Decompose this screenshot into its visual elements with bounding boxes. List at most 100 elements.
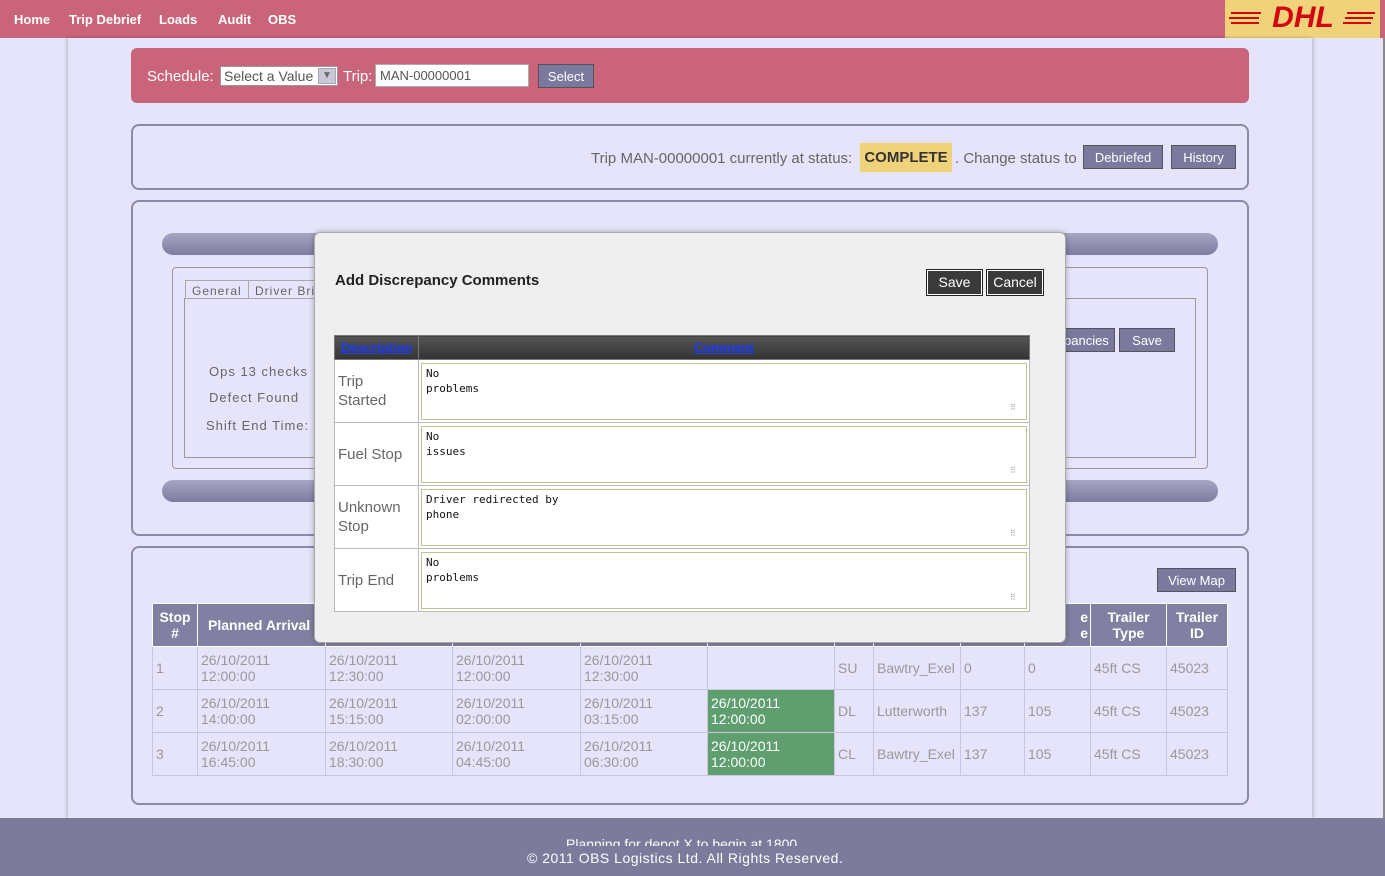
modal-save-button[interactable]: Save [926, 269, 983, 296]
sort-comment-link[interactable]: Comment [694, 340, 754, 355]
table-row[interactable]: 2 26/10/2011 14:00:00 26/10/2011 15:15:0… [152, 689, 1228, 733]
nav-loads[interactable]: Loads [159, 12, 197, 27]
schedule-label: Schedule: [147, 68, 214, 85]
col-description: Description [334, 335, 419, 360]
cell-type: CL [834, 732, 874, 776]
comment-textarea[interactable]: No problems [421, 551, 1027, 609]
view-map-button[interactable]: View Map [1157, 568, 1236, 592]
footer-copyright: © 2011 OBS Logistics Ltd. All Rights Res… [527, 850, 844, 866]
sort-description-link[interactable]: Description [341, 340, 413, 355]
comment-cell: No problems [418, 359, 1030, 423]
cell-num: 137 [960, 689, 1025, 733]
cell-num: 137 [960, 732, 1025, 776]
cell-date: 26/10/2011 15:15:00 [325, 689, 453, 733]
table-row[interactable]: 3 26/10/2011 16:45:00 26/10/2011 18:30:0… [152, 732, 1228, 776]
cell-num: 105 [1024, 732, 1091, 776]
nav-home[interactable]: Home [14, 12, 50, 27]
trip-label: Trip: [343, 68, 373, 85]
resize-grip-icon[interactable]: ⠿ [1010, 466, 1020, 476]
comment-textarea[interactable]: No issues [421, 425, 1027, 483]
tab-driver-briefing[interactable]: Driver Bri [248, 280, 318, 299]
schedule-select[interactable]: Select a Value ▼ [220, 66, 338, 86]
col-planned-arrival: Planned Arrival [197, 603, 326, 647]
cell-stop: 2 [152, 689, 198, 733]
cell-date: 26/10/2011 03:15:00 [580, 689, 708, 733]
cell-type: SU [834, 646, 874, 690]
ops-checks-label: Ops 13 checks [209, 364, 308, 379]
desc-cell: Unknown Stop [334, 485, 419, 549]
cell-date: 26/10/2011 18:30:00 [325, 732, 453, 776]
history-button[interactable]: History [1171, 145, 1236, 169]
cell-trailer-id: 45023 [1166, 689, 1228, 733]
cell-actual [707, 646, 835, 690]
resize-grip-icon[interactable]: ⠿ [1010, 403, 1020, 413]
col-stop: Stop # [152, 603, 198, 647]
cell-type: DL [834, 689, 874, 733]
table-row[interactable]: 1 26/10/2011 12:00:00 26/10/2011 12:30:0… [152, 646, 1228, 690]
cell-trailer-id: 45023 [1166, 732, 1228, 776]
cell-trailer-type: 45ft CS [1090, 732, 1167, 776]
top-nav: Home Trip Debrief Loads Audit OBS DHL [0, 0, 1385, 38]
comment-cell: No problems [418, 548, 1030, 612]
dhl-logo-text: DHL [1272, 2, 1334, 34]
cell-num: 0 [1024, 646, 1091, 690]
comment-textarea[interactable]: Driver redirected by phone [421, 488, 1027, 546]
desc-cell: Fuel Stop [334, 422, 419, 486]
nav-obs[interactable]: OBS [268, 12, 296, 27]
footer-marquee: Planning for depot X to begin at 1800 [566, 836, 798, 846]
modal-title: Add Discrepancy Comments [335, 272, 540, 289]
cell-num: 105 [1024, 689, 1091, 733]
col-trailer-id: Trailer ID [1166, 603, 1228, 647]
cell-date: 26/10/2011 16:45:00 [197, 732, 326, 776]
resize-grip-icon[interactable]: ⠿ [1010, 593, 1020, 603]
cell-location: Lutterworth [873, 689, 961, 733]
desc-cell: Trip Started [334, 359, 419, 423]
cell-date: 26/10/2011 04:45:00 [452, 732, 581, 776]
desc-cell: Trip End [334, 548, 419, 612]
col-trailer-type: Trailer Type [1090, 603, 1167, 647]
cell-location: Bawtry_Exel [873, 646, 961, 690]
nav-audit[interactable]: Audit [218, 12, 251, 27]
col-10-line2: e [1080, 625, 1088, 641]
cell-date: 26/10/2011 12:00:00 [197, 646, 326, 690]
cell-actual: 26/10/2011 12:00:00 [707, 732, 835, 776]
debriefed-button[interactable]: Debriefed [1083, 145, 1163, 169]
cell-date: 26/10/2011 12:30:00 [580, 646, 708, 690]
cell-stop: 1 [152, 646, 198, 690]
cell-stop: 3 [152, 732, 198, 776]
resize-grip-icon[interactable]: ⠿ [1010, 529, 1020, 539]
discrepancies-button[interactable]: pancies [1063, 328, 1115, 352]
trip-input[interactable] [375, 64, 529, 87]
schedule-select-value: Select a Value [224, 68, 314, 84]
comment-cell: No issues [418, 422, 1030, 486]
cell-date: 26/10/2011 14:00:00 [197, 689, 326, 733]
table-row: Trip Started No problems [334, 359, 1030, 423]
status-suffix: . Change status to [955, 150, 1077, 167]
details-save-button[interactable]: Save [1119, 328, 1175, 352]
cell-date: 26/10/2011 06:30:00 [580, 732, 708, 776]
cell-trailer-id: 45023 [1166, 646, 1228, 690]
status-prefix: Trip MAN-00000001 currently at status: [591, 150, 853, 167]
discrepancy-table: Description Comment Trip Started No prob… [334, 335, 1030, 612]
shift-end-time-label: Shift End Time: [206, 418, 310, 433]
cell-location: Bawtry_Exel [873, 732, 961, 776]
cell-date: 26/10/2011 12:30:00 [325, 646, 453, 690]
modal-cancel-button[interactable]: Cancel [986, 269, 1044, 296]
table-row: Fuel Stop No issues [334, 422, 1030, 486]
cell-date: 26/10/2011 12:00:00 [452, 646, 581, 690]
col-10-line1: e [1080, 609, 1088, 625]
comment-textarea[interactable]: No problems [421, 362, 1027, 420]
col-comment: Comment [418, 335, 1030, 360]
nav-trip-debrief[interactable]: Trip Debrief [69, 12, 141, 27]
chevron-down-icon[interactable]: ▼ [318, 68, 336, 84]
footer [0, 818, 1385, 876]
tab-general[interactable]: General [185, 280, 249, 299]
cell-num: 0 [960, 646, 1025, 690]
dhl-logo: DHL [1225, 0, 1380, 38]
cell-trailer-type: 45ft CS [1090, 646, 1167, 690]
select-button[interactable]: Select [538, 64, 594, 88]
cell-trailer-type: 45ft CS [1090, 689, 1167, 733]
table-row: Unknown Stop Driver redirected by phone [334, 485, 1030, 549]
table-row: Trip End No problems [334, 548, 1030, 612]
cell-date: 26/10/2011 02:00:00 [452, 689, 581, 733]
